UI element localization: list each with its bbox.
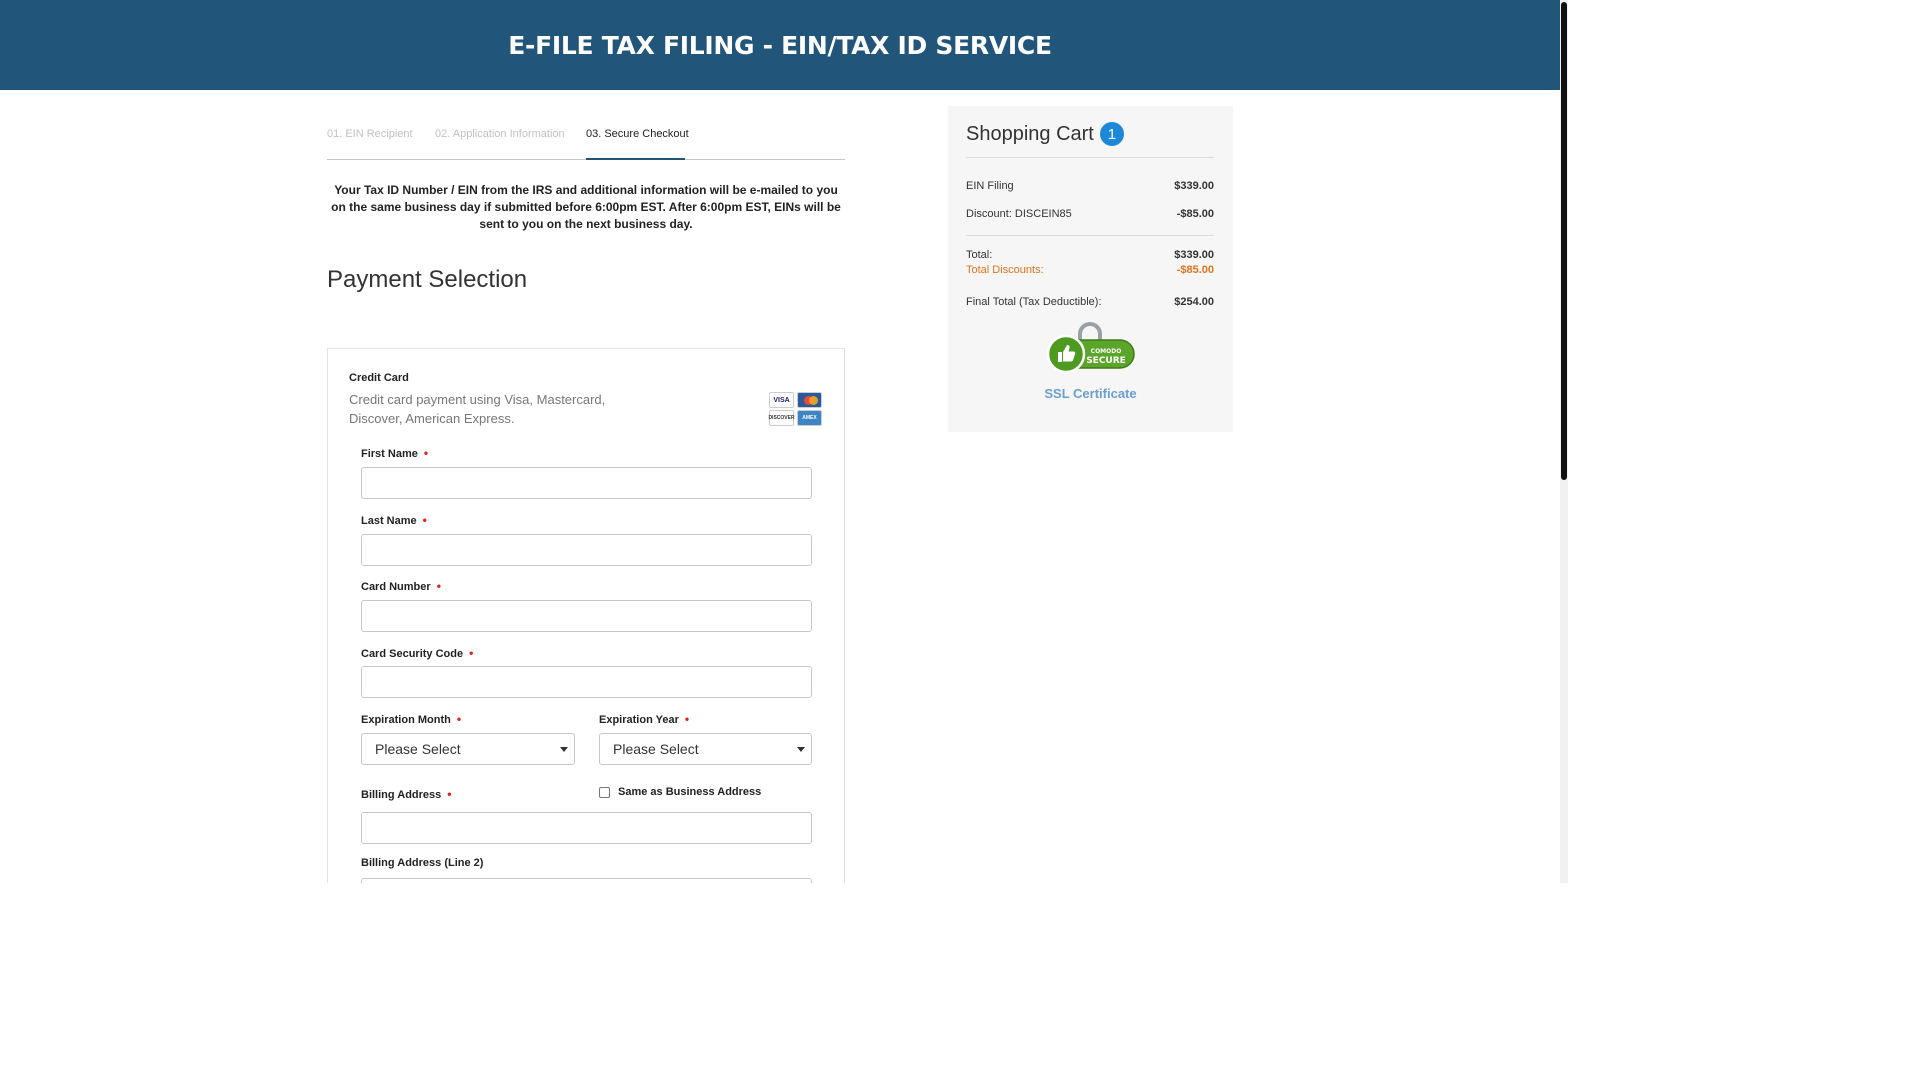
first-name-label: First Name •: [361, 446, 429, 460]
card-logos: VISA DISCOVER AMEX: [768, 392, 822, 428]
billing-address-line2-input[interactable]: [361, 878, 812, 883]
cart-item: Discount: DISCEIN85 -$85.00: [966, 208, 1214, 220]
shopping-cart: Shopping Cart 1 EIN Filing $339.00 Discou…: [948, 106, 1233, 432]
page-scrollbar[interactable]: [1560, 0, 1568, 883]
mastercard-logo-icon: [797, 392, 822, 408]
card-number-label: Card Number •: [361, 579, 441, 593]
visa-logo-icon: VISA: [769, 392, 794, 408]
card-number-input[interactable]: [361, 600, 812, 632]
discover-logo-icon: DISCOVER: [768, 410, 795, 426]
step-secure-checkout[interactable]: 03. Secure Checkout: [586, 128, 689, 140]
checkout-steps: 01. EIN Recipient 02. Application Inform…: [327, 118, 845, 160]
ssl-certificate-link[interactable]: SSL Certificate: [948, 386, 1233, 401]
cart-count-badge: 1: [1099, 122, 1124, 146]
expiration-month-select[interactable]: Please Select: [361, 733, 575, 765]
chevron-down-icon: [560, 747, 568, 752]
site-header: E-FILE TAX FILING - EIN/TAX ID SERVICE: [0, 0, 1560, 90]
divider: [966, 235, 1214, 236]
same-address-row: Same as Business Address: [599, 786, 761, 798]
amex-logo-icon: AMEX: [797, 410, 822, 426]
scrollbar-thumb[interactable]: [1561, 2, 1567, 480]
billing-address-label: Billing Address •: [361, 787, 452, 801]
svg-text:SECURE: SECURE: [1086, 356, 1126, 366]
credit-card-panel: Credit Card Credit card payment using Vi…: [327, 348, 845, 883]
expiration-year-select[interactable]: Please Select: [599, 733, 812, 765]
last-name-input[interactable]: [361, 534, 812, 566]
email-notice: Your Tax ID Number / EIN from the IRS an…: [331, 183, 841, 231]
cart-item: EIN Filing $339.00: [966, 180, 1214, 192]
active-step-indicator: [586, 158, 685, 160]
divider: [966, 157, 1214, 158]
step-ein-recipient[interactable]: 01. EIN Recipient: [327, 128, 413, 140]
expiration-year-label: Expiration Year •: [599, 712, 690, 726]
cart-final-total: Final Total (Tax Deductible): $254.00: [966, 296, 1214, 308]
cart-total: Total: $339.00: [966, 249, 1214, 261]
billing-address-line2-label: Billing Address (Line 2): [361, 857, 484, 869]
last-name-label: Last Name •: [361, 513, 427, 527]
first-name-input[interactable]: [361, 467, 812, 499]
page-title: E-FILE TAX FILING - EIN/TAX ID SERVICE: [508, 30, 1052, 60]
cart-total-discounts: Total Discounts: -$85.00: [966, 264, 1214, 276]
step-application-information[interactable]: 02. Application Information: [435, 128, 565, 140]
chevron-down-icon: [797, 747, 805, 752]
shopping-cart-title: Shopping Cart 1: [966, 122, 1124, 146]
page: E-FILE TAX FILING - EIN/TAX ID SERVICE 0…: [0, 0, 1568, 883]
comodo-secure-seal-icon[interactable]: COMODO SECURE: [1044, 322, 1137, 374]
card-security-code-label: Card Security Code •: [361, 646, 474, 660]
svg-text:COMODO: COMODO: [1091, 348, 1122, 355]
same-as-business-address-label[interactable]: Same as Business Address: [618, 786, 761, 798]
expiration-month-label: Expiration Month •: [361, 712, 462, 726]
credit-card-description: Credit card payment using Visa, Masterca…: [349, 392, 606, 426]
card-security-code-input[interactable]: [361, 666, 812, 698]
credit-card-title: Credit Card: [349, 372, 409, 384]
same-as-business-address-checkbox[interactable]: [599, 786, 610, 798]
payment-selection-title: Payment Selection: [327, 266, 528, 293]
billing-address-input[interactable]: [361, 812, 812, 844]
